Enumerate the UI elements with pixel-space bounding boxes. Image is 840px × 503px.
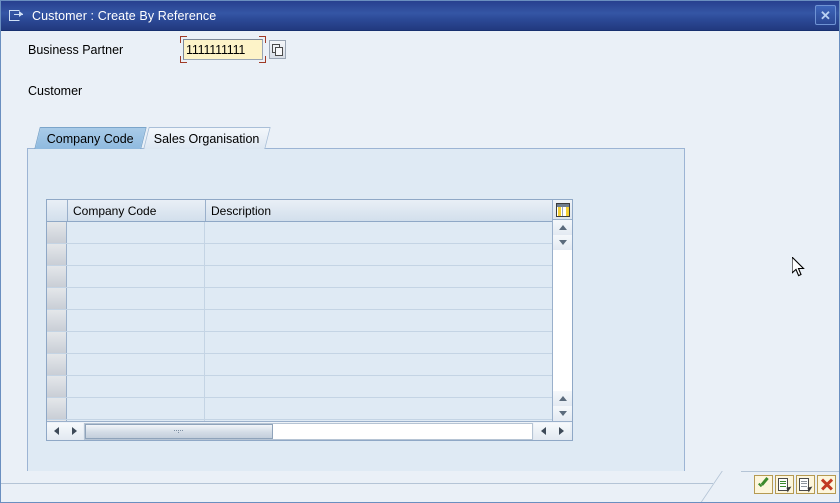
tab-strip: Company Code Sales Organisation [27,127,685,149]
cell-company-code[interactable] [67,266,205,287]
select-reference-button[interactable] [796,475,815,494]
table-header-row: Company Code Description [47,200,552,222]
table-rows-container [47,222,552,421]
close-icon: ✕ [820,7,831,23]
row-selector-button[interactable] [47,266,67,287]
cancel-button[interactable] [817,475,836,494]
scroll-up-icon-top[interactable] [553,220,572,235]
row-selector-button[interactable] [47,244,67,265]
tab-content-panel: Company Code Description [27,148,685,478]
section-title: Customer [28,84,83,98]
document-cursor-gray-icon [799,478,814,493]
table-row[interactable] [47,266,552,288]
multiple-selection-button[interactable] [269,40,286,59]
table-row[interactable] [47,244,552,266]
tab-company-code[interactable]: Company Code [34,127,147,149]
cell-description[interactable] [205,354,552,375]
cell-description[interactable] [205,398,552,419]
business-partner-row: Business Partner [28,36,286,63]
row-selector-button[interactable] [47,376,67,397]
row-selector-button[interactable] [47,288,67,309]
scroll-right-icon-end[interactable] [552,422,570,440]
horizontal-scrollbar[interactable] [47,421,572,440]
table-grid: Company Code Description [47,200,552,421]
horizontal-scroll-track[interactable] [84,422,533,440]
select-all-column-header[interactable] [47,200,68,221]
cell-company-code[interactable] [67,332,205,353]
cell-description[interactable] [205,376,552,397]
scroll-left-icon[interactable] [47,422,65,440]
vertical-scrollbar[interactable] [553,220,572,421]
scroll-down-icon-top[interactable] [553,235,572,250]
table-settings-icon[interactable] [553,200,572,220]
row-selector-button[interactable] [47,354,67,375]
table-body-wrap: Company Code Description [47,200,572,421]
vertical-scroll-track[interactable] [553,250,572,391]
cell-description[interactable] [205,310,552,331]
row-selector-button[interactable] [47,310,67,331]
scroll-down-icon-bottom[interactable] [553,406,572,421]
table-row[interactable] [47,354,552,376]
tab-company-code-label: Company Code [46,131,134,146]
table-right-rail [552,200,572,421]
column-header-description[interactable]: Description [206,200,552,221]
tab-sales-organisation-label: Sales Organisation [154,131,260,146]
row-selector-button[interactable] [47,398,67,419]
table-row[interactable] [47,288,552,310]
scroll-right-icon[interactable] [65,422,83,440]
green-check-icon [757,479,770,490]
business-partner-input[interactable] [183,39,263,60]
dialog-content: Business Partner Customer Company Code S… [1,31,839,478]
table-row[interactable] [47,398,552,420]
scroll-left-icon-end[interactable] [534,422,552,440]
row-selector-button[interactable] [47,222,67,243]
cell-company-code[interactable] [67,398,205,419]
tab-sales-organisation[interactable]: Sales Organisation [143,127,271,149]
continue-button[interactable] [754,475,773,494]
cell-company-code[interactable] [67,288,205,309]
cell-company-code[interactable] [67,244,205,265]
page-title: Customer : Create By Reference [32,8,217,23]
close-window-button[interactable]: ✕ [815,5,836,25]
business-partner-label: Business Partner [28,42,124,57]
cell-company-code[interactable] [67,310,205,331]
cell-description[interactable] [205,288,552,309]
footer-divider [1,483,713,484]
cell-description[interactable] [205,244,552,265]
cell-company-code[interactable] [67,222,205,243]
scroll-up-icon-bottom[interactable] [553,391,572,406]
footer-top-edge [741,471,839,472]
table-row[interactable] [47,332,552,354]
table-row[interactable] [47,222,552,244]
dialog-footer-toolbar [1,471,839,502]
row-selector-button[interactable] [47,332,67,353]
cell-description[interactable] [205,266,552,287]
table-row[interactable] [47,376,552,398]
copy-reference-button[interactable] [775,475,794,494]
session-export-icon [9,9,25,23]
horizontal-scroll-end-buttons [534,422,572,440]
sap-dialog-window: Customer : Create By Reference ✕ Busines… [0,0,840,503]
document-cursor-green-icon [778,478,793,493]
table-row[interactable] [47,310,552,332]
window-title-bar: Customer : Create By Reference ✕ [1,1,839,31]
red-x-icon [821,479,833,491]
cell-company-code[interactable] [67,354,205,375]
business-partner-input-wrap [180,36,266,63]
horizontal-scroll-thumb[interactable] [85,423,273,439]
scroll-thumb-grip [174,429,184,433]
cell-description[interactable] [205,332,552,353]
column-header-company-code[interactable]: Company Code [68,200,206,221]
cell-company-code[interactable] [67,376,205,397]
footer-button-group [754,475,836,494]
company-code-table: Company Code Description [46,199,573,441]
cell-description[interactable] [205,222,552,243]
